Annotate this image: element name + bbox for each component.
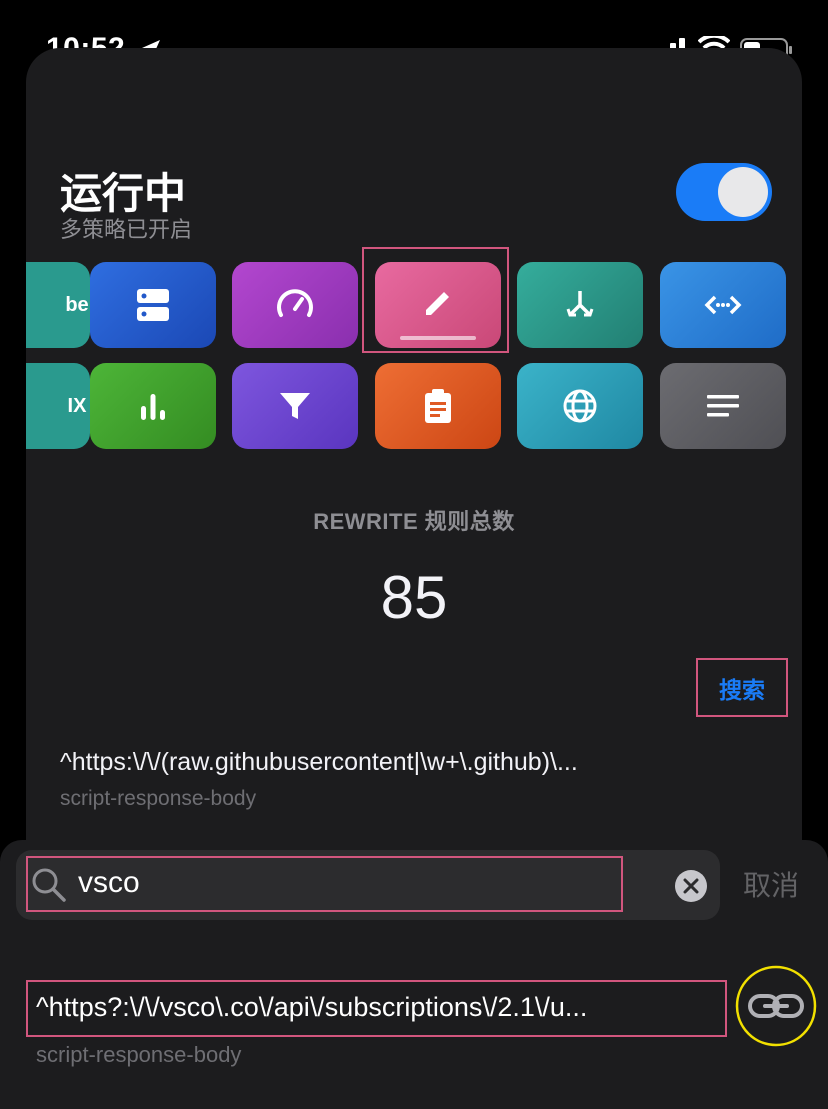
cancel-button[interactable]: 取消 [743,864,799,904]
tile-filter[interactable] [232,363,358,449]
rewrite-count-label: REWRITE 规则总数 [313,509,515,534]
tile-logs[interactable] [660,363,786,449]
rewrite-count-value: 85 [380,564,448,631]
search-sheet: vsco 取消 ^https?:\/\/vsco\.co\/api\/subsc… [0,840,828,1109]
text-lines-icon [707,395,739,417]
tile-server[interactable] [90,262,216,348]
rule-list-item[interactable]: ^https:\/\/(raw.githubusercontent|\w+\.g… [60,748,760,811]
tile-mitm[interactable]: IX [26,363,90,449]
search-icon [32,868,66,902]
running-toggle[interactable] [676,163,772,221]
tile-routing[interactable] [517,262,643,348]
link-icon[interactable] [734,964,818,1048]
code-icon [704,295,742,315]
rule-pattern: ^https:\/\/(raw.githubusercontent|\w+\.g… [60,748,578,776]
rule-type: script-response-body [60,787,257,810]
bar-chart-icon [141,394,165,420]
tile-script[interactable] [660,262,786,348]
page-subtitle: 多策略已开启 [60,217,193,242]
tile-dns[interactable] [517,363,643,449]
search-input[interactable]: vsco [78,866,140,900]
mitm-text-icon: IX [67,394,87,417]
search-button[interactable]: 搜索 [696,658,788,717]
clear-icon[interactable] [675,870,707,902]
result-pattern: ^https?:\/\/vsco\.co\/api\/subscriptions… [36,992,588,1022]
tile-requests[interactable] [375,363,501,449]
server-icon [137,289,169,321]
tile-speed[interactable] [232,262,358,348]
search-bar[interactable]: vsco [16,850,720,920]
globe-icon [563,389,597,423]
filter-icon [280,393,310,419]
youtube-text-icon: be [65,293,89,316]
speedometer-icon [277,289,313,317]
tile-stats[interactable] [90,363,216,449]
main-card: 运行中 多策略已开启 be IX REWRITE 规则总数 85 搜索 ^htt… [26,48,802,908]
selected-tile-highlight [362,247,509,353]
result-type: script-response-body [36,1042,242,1067]
split-arrows-icon [566,291,594,317]
toggle-knob [718,167,768,217]
clipboard-icon [425,389,451,423]
tile-youtube[interactable]: be [26,262,90,348]
